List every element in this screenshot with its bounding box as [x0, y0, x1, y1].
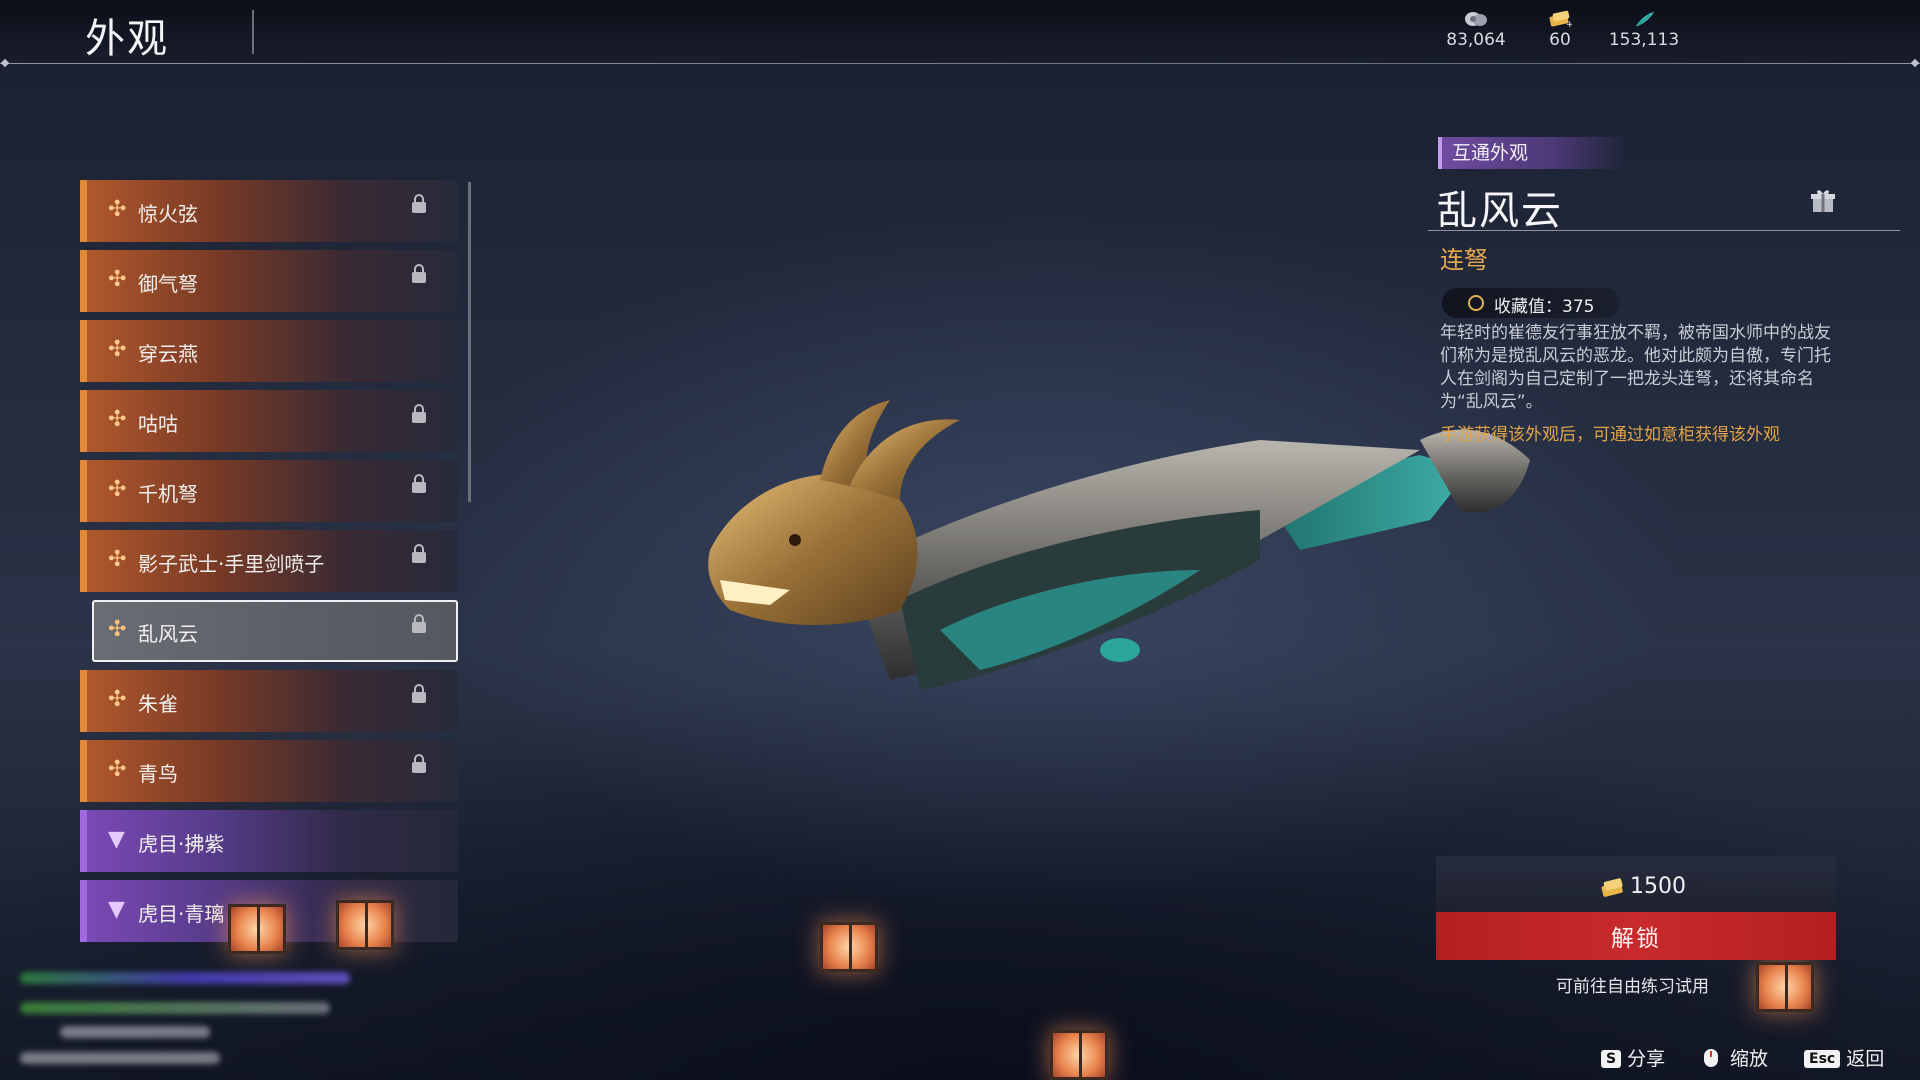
lock-icon	[412, 754, 426, 773]
currency-gold-value: 60	[1549, 30, 1571, 50]
list-scrollbar[interactable]	[468, 182, 471, 502]
top-bar-divider	[0, 63, 1920, 64]
crossbow-class-icon: ✣	[108, 407, 127, 432]
crossbow-class-icon: ✣	[108, 337, 127, 362]
silver-coin-icon	[1465, 12, 1487, 26]
list-item-label: 朱雀	[138, 692, 178, 716]
currency-jade: 153,113	[1604, 10, 1684, 50]
jade-feather-icon	[1636, 12, 1654, 26]
price-value: 1500	[1630, 874, 1686, 899]
name-divider	[1428, 230, 1900, 231]
rarity-bar	[80, 810, 87, 872]
trial-link[interactable]: 可前往自由练习试用	[1556, 972, 1709, 997]
list-item[interactable]: ✣ 惊火弦	[80, 180, 458, 242]
rarity-bar	[80, 670, 87, 732]
lock-icon	[412, 474, 426, 493]
appearance-list: ✣ 惊火弦 ✣ 御气弩 ✣ 穿云燕 ✣ 咕咕 ✣ 千机弩 ✣ 影子武士·手里剑喷…	[80, 180, 460, 960]
list-item-label: 惊火弦	[138, 202, 198, 226]
currency-gold: + 60	[1520, 10, 1600, 50]
rarity-bar	[80, 320, 87, 382]
rarity-bar	[80, 460, 87, 522]
list-item-label: 御气弩	[138, 272, 198, 296]
share-key: S	[1601, 1050, 1622, 1068]
crossplatform-tag: 互通外观	[1438, 137, 1628, 169]
crossbow-class-icon: ✣	[108, 197, 127, 222]
item-type: 连弩	[1440, 246, 1488, 274]
share-hint[interactable]: S 分享	[1601, 1044, 1665, 1071]
back-hint[interactable]: Esc 返回	[1804, 1044, 1884, 1071]
list-item[interactable]: ✣ 千机弩	[80, 460, 458, 522]
rarity-bar	[80, 880, 87, 942]
lock-icon	[412, 264, 426, 283]
dragon-crossbow-image	[708, 400, 1530, 690]
list-item-label: 虎目·青璃	[138, 902, 225, 926]
list-item[interactable]: ✣ 咕咕	[80, 390, 458, 452]
collection-value: 收藏值：375	[1494, 297, 1595, 317]
crossbow-class-icon: ✣	[108, 547, 127, 572]
list-item[interactable]: ✣ 青鸟	[80, 740, 458, 802]
tiger-eye-class-icon: ▼	[108, 827, 125, 852]
list-item[interactable]: ✣ 御气弩	[80, 250, 458, 312]
rarity-bar	[80, 180, 87, 242]
list-item-selected[interactable]: ✣ 乱风云	[92, 600, 458, 662]
list-item[interactable]: ✣ 影子武士·手里剑喷子	[80, 530, 458, 592]
title-divider	[252, 10, 254, 54]
gold-ticket-icon: +	[1549, 10, 1572, 28]
lock-icon	[412, 684, 426, 703]
page-title: 外观	[85, 16, 169, 62]
share-label: 分享	[1627, 1048, 1666, 1070]
rarity-bar	[80, 530, 87, 592]
crossbow-class-icon: ✣	[108, 687, 127, 712]
gift-icon[interactable]	[1810, 188, 1836, 214]
list-item-label: 青鸟	[138, 762, 178, 786]
crossbow-class-icon: ✣	[108, 617, 127, 642]
lock-icon	[412, 404, 426, 423]
lantern-decoration	[336, 900, 394, 950]
rarity-bar	[80, 250, 87, 312]
acquire-hint: 手游获得该外观后，可通过如意柜获得该外观	[1440, 425, 1780, 445]
lock-icon	[412, 614, 426, 633]
currency-jade-value: 153,113	[1608, 30, 1680, 50]
back-key: Esc	[1804, 1050, 1841, 1068]
lock-icon	[412, 544, 426, 563]
rarity-bar	[80, 740, 87, 802]
crossbow-class-icon: ✣	[108, 477, 127, 502]
collection-value-badge: 收藏值：375	[1442, 288, 1620, 318]
currency-silver-value: 83,064	[1446, 30, 1506, 50]
list-item-label: 影子武士·手里剑喷子	[138, 552, 325, 576]
gold-ticket-icon	[1601, 878, 1623, 897]
list-item-label: 虎目·拂紫	[138, 832, 225, 856]
item-description: 年轻时的崔德友行事狂放不羁，被帝国水师中的战友们称为是搅乱风云的恶龙。他对此颇为…	[1440, 323, 1831, 412]
zoom-hint[interactable]: 缩放	[1700, 1044, 1768, 1071]
list-item[interactable]: ✣ 穿云燕	[80, 320, 458, 382]
mouse-icon	[1704, 1049, 1718, 1067]
lantern-decoration	[228, 904, 286, 954]
list-item[interactable]: ✣ 朱雀	[80, 670, 458, 732]
collection-icon	[1468, 295, 1484, 311]
item-name: 乱风云	[1437, 188, 1563, 234]
currency-silver: 83,064	[1436, 10, 1516, 50]
back-label: 返回	[1846, 1048, 1885, 1070]
crossbow-class-icon: ✣	[108, 267, 127, 292]
lantern-decoration	[1756, 962, 1814, 1012]
lock-icon	[412, 194, 426, 213]
list-item-label: 千机弩	[138, 482, 198, 506]
list-item-label: 咕咕	[138, 412, 178, 436]
list-item-label: 乱风云	[138, 622, 198, 646]
chat-overlay	[20, 960, 360, 1072]
tiger-eye-class-icon: ▼	[108, 897, 125, 922]
crossbow-class-icon: ✣	[108, 757, 127, 782]
lantern-decoration	[820, 922, 878, 972]
lantern-decoration	[1050, 1030, 1108, 1080]
list-item-label: 穿云燕	[138, 342, 198, 366]
list-item[interactable]: ▼ 虎目·拂紫	[80, 810, 458, 872]
rarity-bar	[80, 390, 87, 452]
svg-text:+: +	[1566, 20, 1572, 28]
zoom-label: 缩放	[1730, 1048, 1769, 1070]
unlock-button[interactable]: 解锁	[1436, 912, 1836, 960]
